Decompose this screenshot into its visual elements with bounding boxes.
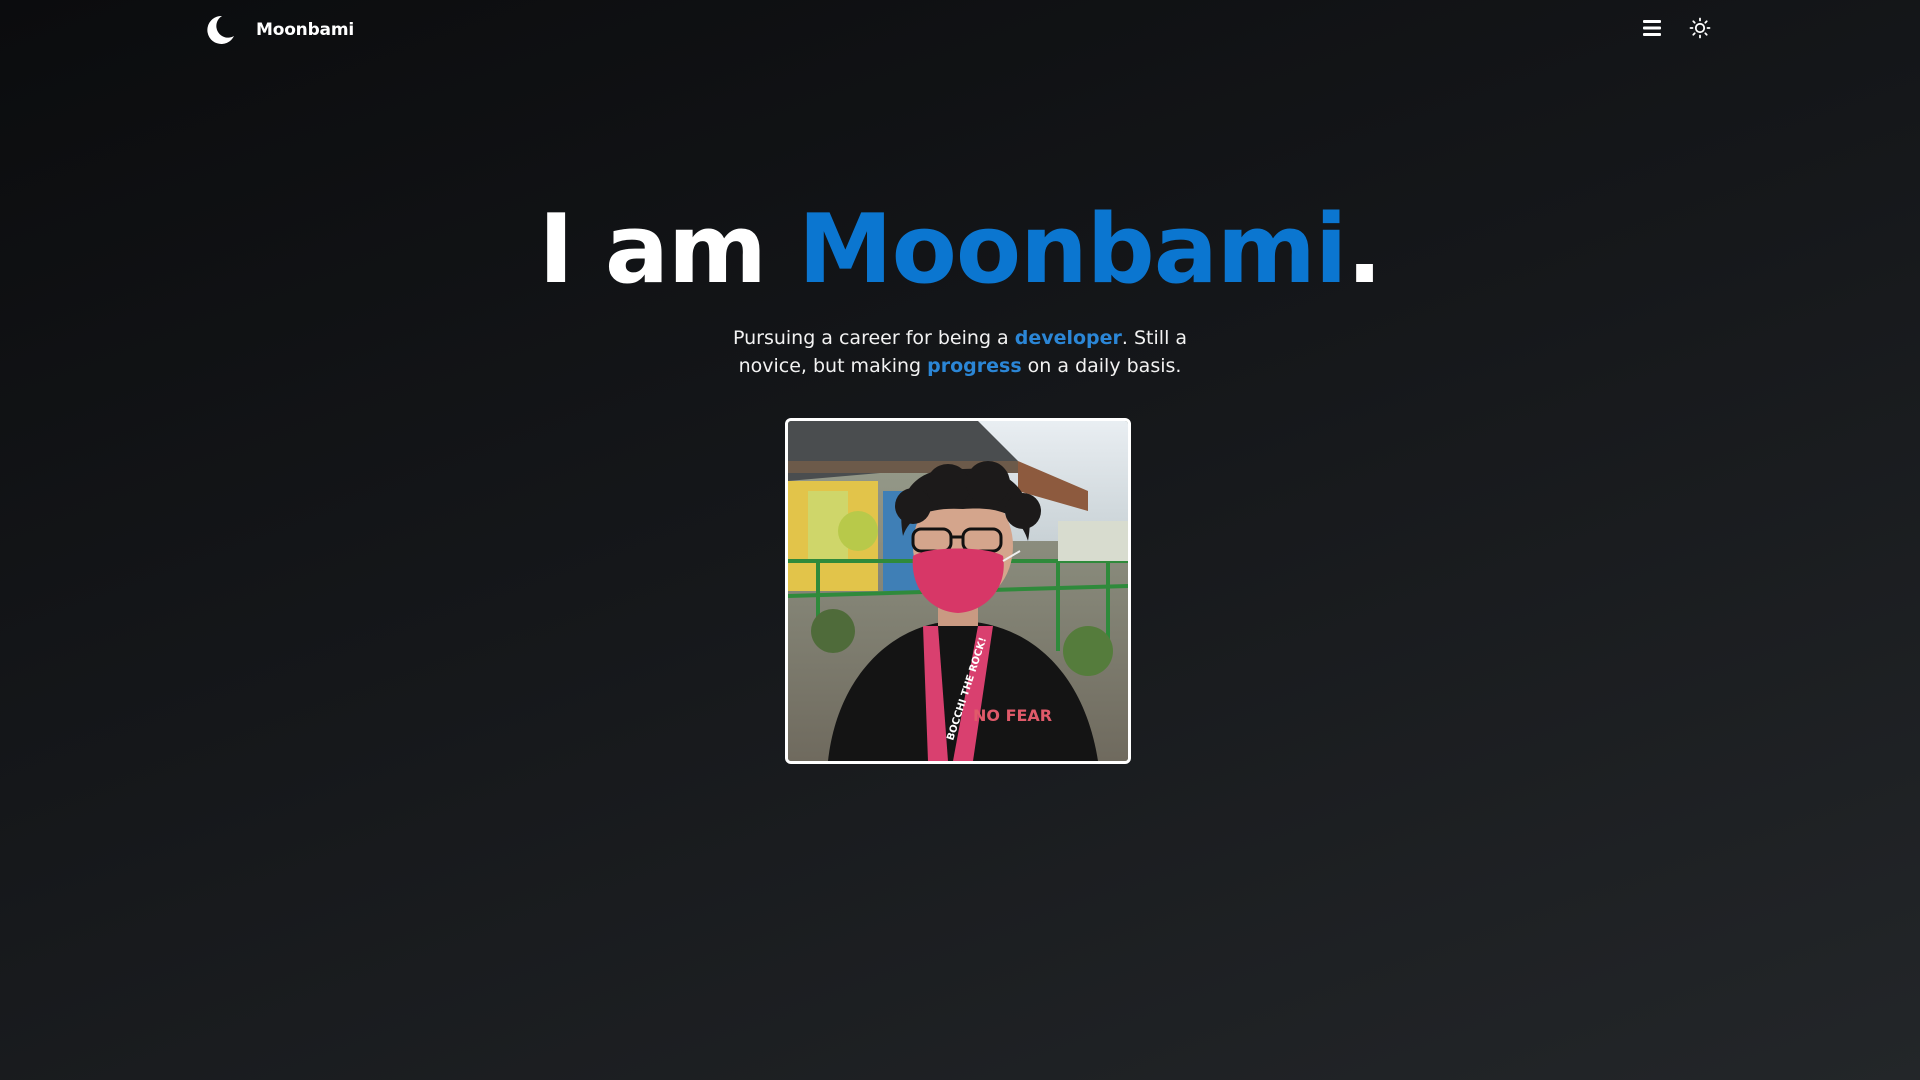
subtitle-text-3: on a daily basis. bbox=[1021, 355, 1182, 377]
hero-title-prefix: I am bbox=[538, 195, 799, 305]
hero-title: I am Moonbami. bbox=[0, 190, 1920, 310]
hero-subtitle: Pursuing a career for being a developer.… bbox=[730, 324, 1190, 380]
menu-button[interactable] bbox=[1636, 14, 1668, 46]
hero-title-name: Moonbami bbox=[798, 195, 1347, 305]
sun-icon bbox=[1689, 17, 1711, 43]
brand-home-link[interactable]: Moonbami bbox=[204, 14, 354, 46]
hero-title-suffix: . bbox=[1346, 195, 1382, 305]
developer-link[interactable]: developer bbox=[1015, 327, 1122, 349]
theme-toggle-button[interactable] bbox=[1684, 14, 1716, 46]
hero-section: I am Moonbami. Pursuing a career for bei… bbox=[0, 190, 1920, 380]
navbar: Moonbami bbox=[0, 0, 1920, 60]
profile-photo: BOCCHI THE ROCK! NO FEAR bbox=[785, 418, 1131, 764]
subtitle-text-1: Pursuing a career for being a bbox=[732, 327, 1015, 349]
brand-name: Moonbami bbox=[256, 20, 354, 40]
shirt-print-text: NO FEAR bbox=[973, 706, 1052, 725]
crescent-moon-icon bbox=[204, 14, 236, 46]
progress-link[interactable]: progress bbox=[927, 355, 1022, 377]
hamburger-menu-icon bbox=[1642, 19, 1662, 41]
